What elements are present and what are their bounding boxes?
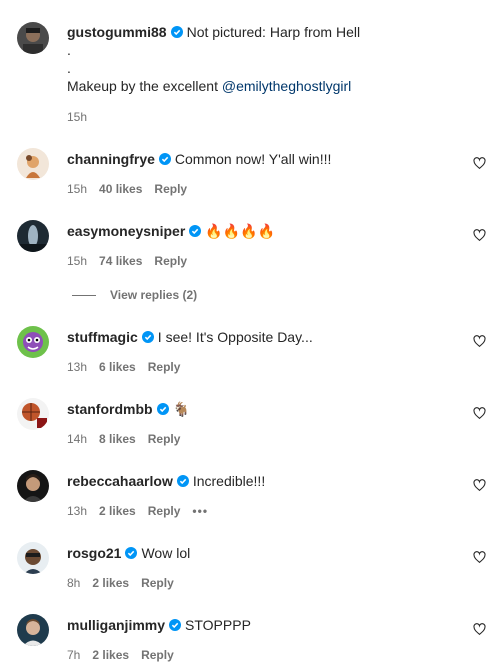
comment-time[interactable]: 8h <box>67 576 80 590</box>
like-heart-icon[interactable] <box>473 157 486 170</box>
comment-line: mulliganjimmy STOPPPP <box>67 616 251 634</box>
reply-button[interactable]: Reply <box>154 182 187 196</box>
reply-button[interactable]: Reply <box>141 648 174 662</box>
comment-line: stuffmagic I see! It's Opposite Day... <box>67 328 313 346</box>
comment-likes[interactable]: 6 likes <box>99 360 136 374</box>
like-heart-icon[interactable] <box>473 407 486 420</box>
comment-meta: 13h 6 likes Reply <box>67 360 192 374</box>
username[interactable]: gustogummi88 <box>67 24 167 40</box>
caption-time[interactable]: 15h <box>67 110 87 124</box>
like-heart-icon[interactable] <box>473 335 486 348</box>
avatar-mulliganjimmy[interactable] <box>17 614 49 646</box>
like-heart-icon[interactable] <box>473 479 486 492</box>
comment-meta: 14h 8 likes Reply <box>67 432 192 446</box>
goat-emoji-icon: 🐐 <box>172 402 190 418</box>
caption-dot-2: . <box>67 60 71 76</box>
like-heart-icon[interactable] <box>473 551 486 564</box>
comment-line: easymoneysniper 🔥🔥🔥🔥 <box>67 222 275 241</box>
view-replies-label: View replies (2) <box>110 288 198 302</box>
comment-time[interactable]: 13h <box>67 360 87 374</box>
reply-button[interactable]: Reply <box>148 360 181 374</box>
verified-badge-icon <box>156 403 169 415</box>
caption-makeup-prefix: Makeup by the excellent <box>67 78 218 94</box>
verified-badge-icon <box>170 26 183 38</box>
avatar-channingfrye[interactable] <box>17 148 49 180</box>
comment-time[interactable]: 15h <box>67 182 87 196</box>
comment-username[interactable]: stanfordmbb <box>67 401 153 417</box>
comment-username[interactable]: stuffmagic <box>67 329 138 345</box>
comment-username[interactable]: channingfrye <box>67 151 155 167</box>
avatar-rosgo21[interactable] <box>17 542 49 574</box>
comment-meta: 15h 40 likes Reply <box>67 182 199 196</box>
comment-line: rosgo21 Wow lol <box>67 544 190 562</box>
avatar-stuffmagic[interactable] <box>17 326 49 358</box>
caption-dot-1: . <box>67 42 71 58</box>
comment-text: Incredible!!! <box>192 473 266 489</box>
more-options-icon[interactable]: ••• <box>192 504 208 518</box>
mention-link[interactable]: @emilytheghostlygirl <box>222 78 351 94</box>
reply-button[interactable]: Reply <box>148 504 181 518</box>
verified-badge-icon <box>189 225 202 237</box>
comment-line: channingfrye Common now! Y'all win!!! <box>67 150 331 168</box>
reply-button[interactable]: Reply <box>154 254 187 268</box>
verified-badge-icon <box>125 547 138 559</box>
comment-likes[interactable]: 74 likes <box>99 254 142 268</box>
avatar-rebeccahaarlow[interactable] <box>17 470 49 502</box>
caption-meta: 15h <box>67 110 99 124</box>
comment-meta: 8h 2 likes Reply <box>67 576 186 590</box>
comment-line: stanfordmbb 🐐 <box>67 400 190 419</box>
comment-likes[interactable]: 2 likes <box>92 576 129 590</box>
verified-badge-icon <box>169 619 182 631</box>
comment-time[interactable]: 14h <box>67 432 87 446</box>
verified-badge-icon <box>141 331 154 343</box>
comment-likes[interactable]: 8 likes <box>99 432 136 446</box>
comment-time[interactable]: 7h <box>67 648 80 662</box>
comment-likes[interactable]: 40 likes <box>99 182 142 196</box>
comment-username[interactable]: rebeccahaarlow <box>67 473 173 489</box>
view-replies-button[interactable]: View replies (2) <box>72 288 197 302</box>
comment-meta: 15h 74 likes Reply <box>67 254 199 268</box>
comment-username[interactable]: rosgo21 <box>67 545 121 561</box>
comment-text: Wow lol <box>141 545 191 561</box>
comment-username[interactable]: mulliganjimmy <box>67 617 165 633</box>
comment-meta: 13h 2 likes Reply ••• <box>67 504 220 518</box>
caption-makeup-line: Makeup by the excellent @emilytheghostly… <box>67 77 351 95</box>
reply-button[interactable]: Reply <box>141 576 174 590</box>
comment-time[interactable]: 15h <box>67 254 87 268</box>
like-heart-icon[interactable] <box>473 623 486 636</box>
avatar-gustogummi88[interactable] <box>17 22 49 54</box>
comment-text: 🔥🔥🔥🔥 <box>205 224 276 240</box>
avatar-easymoneysniper[interactable] <box>17 220 49 252</box>
reply-button[interactable]: Reply <box>148 432 181 446</box>
caption-line1: gustogummi88 Not pictured: Harp from Hell <box>67 23 360 41</box>
caption-text: Not pictured: Harp from Hell <box>186 24 361 40</box>
comment-text: Common now! Y'all win!!! <box>174 151 332 167</box>
comment-username[interactable]: easymoneysniper <box>67 223 185 239</box>
comment-time[interactable]: 13h <box>67 504 87 518</box>
view-replies-dash <box>72 295 96 297</box>
comment-likes[interactable]: 2 likes <box>92 648 129 662</box>
comment-meta: 7h 2 likes Reply <box>67 648 186 662</box>
comment-line: rebeccahaarlow Incredible!!! <box>67 472 265 490</box>
avatar-stanfordmbb[interactable] <box>17 398 49 430</box>
comment-likes[interactable]: 2 likes <box>99 504 136 518</box>
comment-text: STOPPPP <box>185 617 251 633</box>
comment-text: I see! It's Opposite Day... <box>157 329 313 345</box>
verified-badge-icon <box>158 153 171 165</box>
verified-badge-icon <box>176 475 189 487</box>
like-heart-icon[interactable] <box>473 229 486 242</box>
